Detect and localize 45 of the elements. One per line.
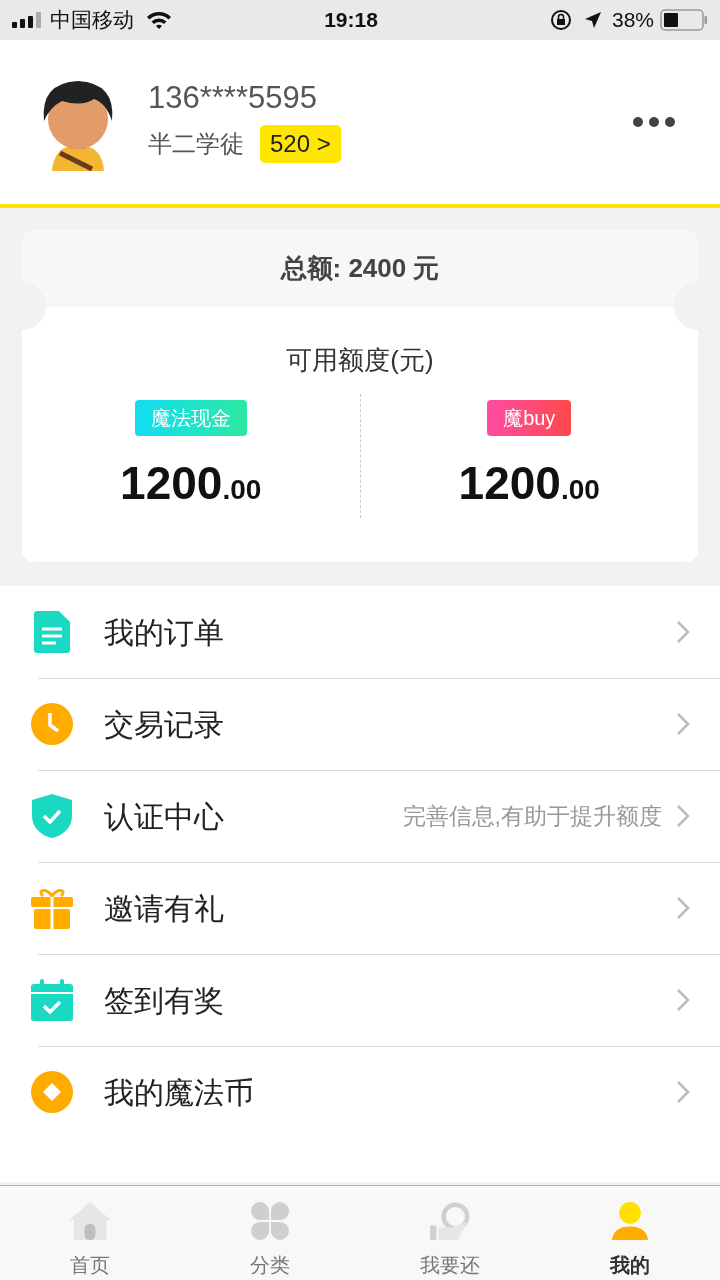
clock-time: 19:18 (324, 7, 378, 34)
tab[interactable]: 分类 (180, 1186, 360, 1280)
tab[interactable]: 我的 (540, 1186, 720, 1280)
more-icon[interactable] (632, 116, 676, 128)
document-icon (34, 611, 70, 653)
wifi-icon (146, 10, 172, 30)
menu-label: 交易记录 (104, 706, 225, 743)
signal-icon (12, 12, 44, 28)
credit-amount: 1200.00 (458, 460, 600, 506)
person-icon (610, 1202, 650, 1240)
calendar-check-icon (31, 979, 73, 1021)
total-amount: 总额: 2400 元 (280, 252, 440, 285)
battery-percent: 38% (611, 7, 654, 34)
tab[interactable]: 我要还 (360, 1186, 540, 1280)
menu-label: 我的订单 (104, 614, 225, 651)
battery-icon (660, 9, 708, 31)
clover-icon (249, 1202, 291, 1240)
gift-icon (31, 887, 73, 929)
menu-label: 我的魔法币 (104, 1074, 255, 1111)
credit-amount: 1200.00 (120, 460, 262, 506)
hand-coin-icon (428, 1202, 472, 1240)
chevron-right-icon[interactable] (676, 712, 690, 736)
chevron-right-icon[interactable] (676, 620, 690, 644)
shield-check-icon (32, 794, 72, 838)
chevron-right-icon[interactable] (676, 988, 690, 1012)
location-arrow-icon (583, 11, 602, 29)
rotation-lock-icon (549, 9, 572, 31)
available-credit-label: 可用额度(元) (286, 344, 434, 377)
home-icon (67, 1202, 113, 1240)
coin-icon (31, 1071, 73, 1113)
points-badge[interactable]: 520 > (260, 124, 341, 163)
menu-label: 签到有奖 (104, 982, 225, 1019)
menu-label: 邀请有礼 (104, 890, 225, 927)
chevron-right-icon[interactable] (676, 1080, 690, 1104)
menu-label: 认证中心 (104, 798, 225, 835)
menu-hint: 完善信息,有助于提升额度 (402, 801, 662, 831)
carrier-name: 中国移动 (50, 7, 134, 34)
clock-icon (31, 703, 73, 745)
phone-number: 136****5595 (148, 81, 318, 113)
chevron-right-icon[interactable] (676, 896, 690, 920)
user-rank: 半二学徒 (148, 128, 244, 159)
tab[interactable]: 首页 (0, 1186, 180, 1280)
product-tag: 魔法现金 (134, 400, 247, 436)
chevron-right-icon[interactable] (676, 804, 690, 828)
product-tag: 魔buy (487, 400, 572, 436)
